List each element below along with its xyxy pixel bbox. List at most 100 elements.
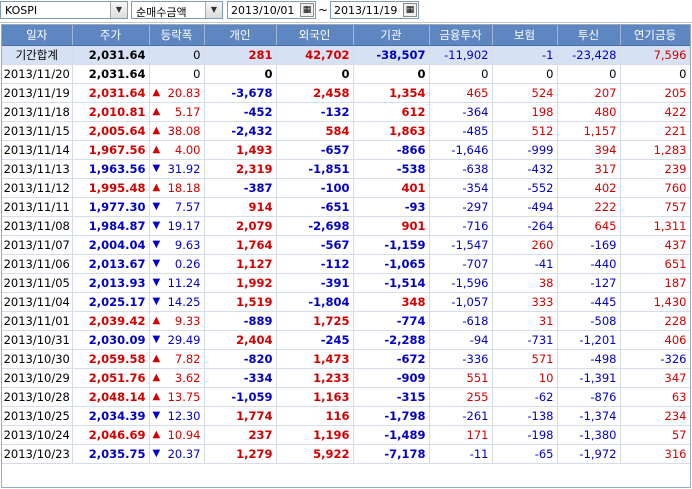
cell-financial-investment-value: -354 <box>462 181 489 195</box>
market-select[interactable]: KOSPI ▼ <box>0 1 128 19</box>
col-header-pension[interactable]: 연기금등 <box>620 25 690 46</box>
cell-foreign: -567 <box>276 235 354 255</box>
cell-date: 2013/10/23 <box>2 444 73 464</box>
table-row[interactable]: 2013/11/04 2,025.17 ▼ 14.25 1,519 -1,804 348 -1… <box>2 292 690 312</box>
table-row[interactable]: 2013/11/06 2,013.67 ▼ 0.26 1,127 -112 -1,065 -7… <box>2 254 690 274</box>
cell-institution-value: 0 <box>417 67 426 81</box>
table-row[interactable]: 2013/11/12 1,995.48 ▲ 18.18 -387 -100 401 -354 -… <box>2 178 690 198</box>
cell-investment-trust-value: -127 <box>590 276 617 290</box>
cell-insurance: 571 <box>492 349 558 369</box>
col-header-insurance[interactable]: 보험 <box>492 25 558 46</box>
date-from-field[interactable]: 2013/10/01 ▦ <box>227 1 316 19</box>
cell-pension-value: 7,596 <box>653 48 687 62</box>
cell-price-value: 1,963.56 <box>88 162 146 176</box>
metric-select[interactable]: 순매수금액 ▼ <box>131 1 223 19</box>
cell-institution: -1,489 <box>353 425 430 445</box>
cell-financial-investment: 551 <box>429 368 493 388</box>
cell-institution: -38,507 <box>353 45 430 65</box>
table-row[interactable]: 2013/10/30 2,059.58 ▲ 7.82 -820 1,473 -672 -336… <box>2 349 690 369</box>
cell-insurance-value: -264 <box>527 219 554 233</box>
table-row[interactable]: 2013/11/01 2,039.42 ▲ 9.33 -889 1,725 -774 -618… <box>2 311 690 331</box>
table-row[interactable]: 2013/11/11 1,977.30 ▼ 7.57 914 -651 -93 -297 -49… <box>2 197 690 217</box>
col-header-individual[interactable]: 개인 <box>204 25 277 46</box>
cell-pension-value: 760 <box>664 181 687 195</box>
cell-pension: 7,596 <box>620 45 690 65</box>
chevron-down-icon[interactable]: ▼ <box>110 2 127 18</box>
cell-change: 0 <box>149 45 205 65</box>
cell-investment-trust-value: 317 <box>594 162 617 176</box>
cell-individual-value: -452 <box>243 105 273 119</box>
cell-financial-investment-value: 465 <box>466 86 489 100</box>
calendar-icon[interactable]: ▦ <box>300 3 314 17</box>
cell-date: 2013/11/04 <box>2 292 73 312</box>
calendar-icon[interactable]: ▦ <box>403 3 417 17</box>
cell-insurance-value: -731 <box>527 333 554 347</box>
table-row[interactable]: 2013/11/19 2,031.64 ▲ 20.83 -3,678 2,458 1,354… <box>2 83 690 103</box>
cell-change: ▼ 9.63 <box>149 235 205 255</box>
table-row[interactable]: 2013/11/08 1,984.87 ▼ 19.17 2,079 -2,698 901 -7… <box>2 216 690 236</box>
col-header-institution[interactable]: 기관 <box>353 25 430 46</box>
cell-investment-trust: -23,428 <box>557 45 621 65</box>
table-row[interactable]: 2013/11/05 2,013.93 ▼ 11.24 1,992 -391 -1,514 -… <box>2 273 690 293</box>
date-to-field[interactable]: 2013/11/19 ▦ <box>330 1 419 19</box>
cell-date: 2013/11/11 <box>2 197 73 217</box>
col-header-foreign[interactable]: 외국인 <box>276 25 354 46</box>
table-row[interactable]: 2013/10/24 2,046.69 ▲ 10.94 237 1,196 -1,489 17… <box>2 425 690 445</box>
cell-date: 2013/11/12 <box>2 178 73 198</box>
cell-foreign: -132 <box>276 102 354 122</box>
col-header-financial-investment[interactable]: 금융투자 <box>429 25 493 46</box>
table-row[interactable]: 2013/10/25 2,034.39 ▼ 12.30 1,774 116 -1,798 -2… <box>2 406 690 426</box>
table-row[interactable]: 2013/10/29 2,051.76 ▲ 3.62 -334 1,233 -909 551 1… <box>2 368 690 388</box>
cell-price-value: 1,984.87 <box>88 219 146 233</box>
chevron-down-icon[interactable]: ▼ <box>205 2 222 18</box>
table-row[interactable]: 2013/11/15 2,005.64 ▲ 38.08 -2,432 584 1,863 -4… <box>2 121 690 141</box>
cell-price: 2,031.64 <box>72 45 150 65</box>
cell-investment-trust-value: -498 <box>590 352 617 366</box>
table-row[interactable]: 2013/11/07 2,004.04 ▼ 9.63 1,764 -567 -1,159 -1… <box>2 235 690 255</box>
metric-select-value: 순매수금액 <box>136 6 187 19</box>
cell-investment-trust-value: 222 <box>594 200 617 214</box>
cell-individual: 237 <box>204 425 277 445</box>
cell-insurance: 512 <box>492 121 558 141</box>
table-row[interactable]: 2013/10/31 2,030.09 ▼ 29.49 2,404 -245 -2,288 -… <box>2 330 690 350</box>
col-header-investment-trust[interactable]: 투신 <box>557 25 621 46</box>
cell-pension: 757 <box>620 197 690 217</box>
cell-financial-investment: -11,902 <box>429 45 493 65</box>
cell-individual-value: 1,992 <box>236 276 273 290</box>
table-row[interactable]: 2013/10/23 2,035.75 ▼ 20.37 1,279 5,922 -7,178… <box>2 444 690 464</box>
col-header-change[interactable]: 등락폭 <box>149 25 205 46</box>
cell-insurance: 31 <box>492 311 558 331</box>
cell-change-value: 0 <box>193 48 201 62</box>
cell-change: ▼ 11.24 <box>149 273 205 293</box>
cell-financial-investment: -638 <box>429 159 493 179</box>
table-row[interactable]: 2013/11/14 1,967.56 ▲ 4.00 1,493 -657 -866 -1,6… <box>2 140 690 160</box>
cell-financial-investment-value: -1,547 <box>451 238 489 252</box>
cell-investment-trust-value: 394 <box>594 143 617 157</box>
cell-foreign: 0 <box>276 64 354 84</box>
cell-financial-investment-value: 0 <box>481 67 489 81</box>
cell-date-value: 2013/11/08 <box>3 219 70 233</box>
cell-insurance-value: 198 <box>531 105 554 119</box>
cell-foreign: 2,458 <box>276 83 354 103</box>
cell-foreign: -1,851 <box>276 159 354 179</box>
col-header-date[interactable]: 일자 <box>2 25 73 46</box>
cell-institution: 401 <box>353 178 430 198</box>
cell-investment-trust: -1,391 <box>557 368 621 388</box>
cell-date-value: 2013/11/12 <box>3 181 70 195</box>
cell-date-value: 기간합계 <box>15 48 58 62</box>
cell-price: 2,031.64 <box>72 83 150 103</box>
table-row[interactable]: 2013/11/13 1,963.56 ▼ 31.92 2,319 -1,851 -538 -… <box>2 159 690 179</box>
down-triangle-icon: ▼ <box>152 277 161 288</box>
cell-institution: -672 <box>353 349 430 369</box>
cell-foreign-value: 5,922 <box>313 447 350 461</box>
cell-date-value: 2013/11/05 <box>3 276 70 290</box>
cell-individual: -1,059 <box>204 387 277 407</box>
cell-institution-value: -1,489 <box>384 428 426 442</box>
table-row[interactable]: 2013/11/18 2,010.81 ▲ 5.17 -452 -132 612 -364 19… <box>2 102 690 122</box>
table-row[interactable]: 2013/11/20 2,031.64 0 0 0 0 0 0 0 0 <box>2 64 690 84</box>
table-row[interactable]: 2013/10/28 2,048.14 ▲ 13.75 -1,059 1,163 -315 2… <box>2 387 690 407</box>
col-header-price[interactable]: 주가 <box>72 25 150 46</box>
summary-row[interactable]: 기간합계 2,031.64 0 281 42,702 -38,507 -11,902 -1 -2… <box>2 45 690 65</box>
cell-individual: 1,764 <box>204 235 277 255</box>
cell-date-value: 2013/10/24 <box>3 428 70 442</box>
